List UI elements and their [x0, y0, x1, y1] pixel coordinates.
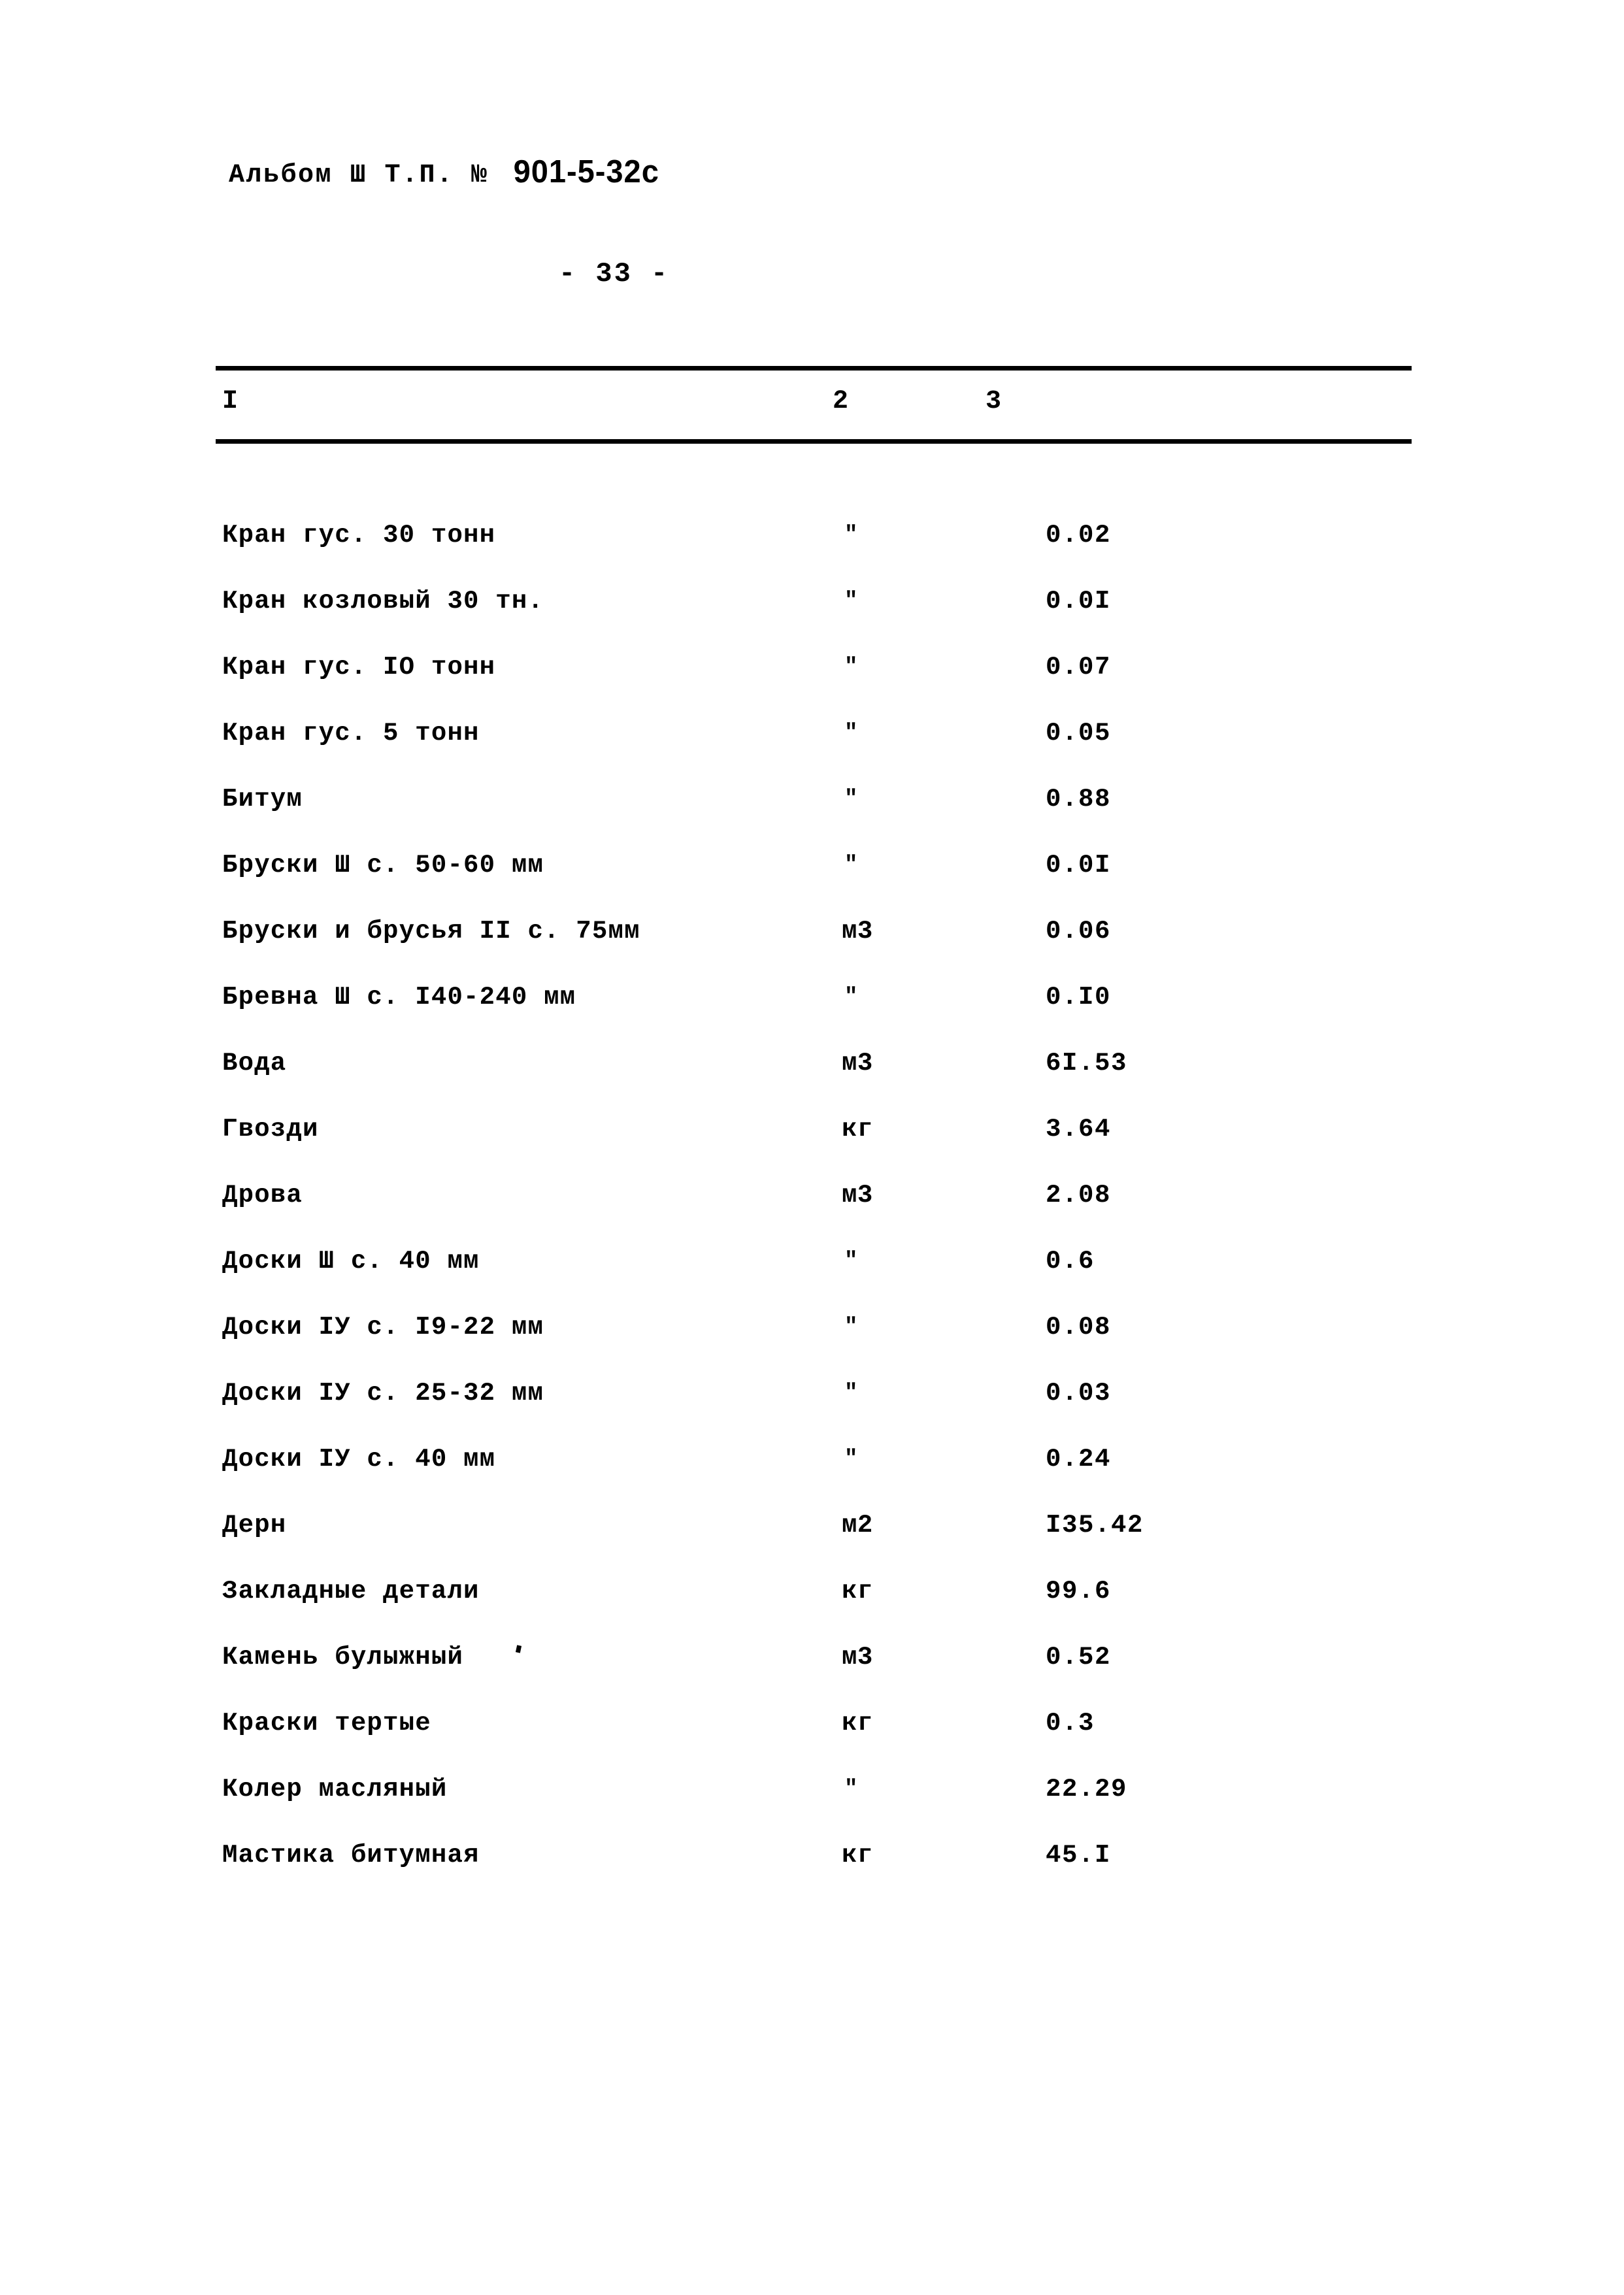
- column-number-1: I: [222, 387, 239, 416]
- material-quantity: 0.06: [1046, 917, 1112, 946]
- material-unit: кг: [842, 1115, 873, 1144]
- material-name: Бруски и брусья II с. 75мм: [222, 917, 640, 946]
- table-row: Дрова м3 2.08: [0, 1183, 1624, 1249]
- ditto-mark: ": [844, 655, 858, 680]
- material-quantity: 22.29: [1046, 1775, 1128, 1804]
- material-quantity: 0.02: [1046, 521, 1112, 550]
- ditto-mark: ": [844, 721, 858, 746]
- table-row: Дерн м2 I35.42: [0, 1513, 1624, 1579]
- material-name: Доски IУ с. 40 мм: [222, 1445, 496, 1474]
- material-quantity: 6I.53: [1046, 1049, 1128, 1078]
- table-row: Камень булыжный м3 0.52: [0, 1645, 1624, 1711]
- ditto-mark: ": [844, 985, 858, 1010]
- material-name: Колер масляный: [222, 1775, 448, 1804]
- table-row: Кран козловый 30 тн. " 0.0I: [0, 589, 1624, 655]
- material-name: Битум: [222, 785, 303, 814]
- material-name: Бревна Ш с. I40-240 мм: [222, 983, 576, 1012]
- material-name: Мастика битумная: [222, 1841, 480, 1870]
- material-name: Кран козловый 30 тн.: [222, 587, 544, 616]
- material-quantity: 45.I: [1046, 1841, 1112, 1870]
- material-quantity: 0.0I: [1046, 851, 1112, 880]
- materials-table-body: Кран гус. 30 тонн " 0.02 Кран козловый 30 т…: [0, 523, 1624, 1909]
- material-quantity: 0.07: [1046, 653, 1112, 682]
- table-row: Доски Ш с. 40 мм " 0.6: [0, 1249, 1624, 1315]
- material-unit: кг: [842, 1841, 873, 1870]
- material-unit: м3: [842, 1049, 873, 1078]
- material-unit: кг: [842, 1577, 873, 1606]
- table-row: Колер масляный " 22.29: [0, 1777, 1624, 1843]
- material-quantity: 0.88: [1046, 785, 1112, 814]
- column-number-3: 3: [986, 387, 1002, 416]
- material-unit: кг: [842, 1709, 873, 1738]
- material-name: Дерн: [222, 1511, 287, 1540]
- material-unit: м3: [842, 917, 873, 946]
- material-quantity: 0.3: [1046, 1709, 1095, 1738]
- table-row: Кран гус. IO тонн " 0.07: [0, 655, 1624, 721]
- document-code: 901-5-32с: [513, 152, 659, 190]
- ditto-mark: ": [844, 1315, 858, 1340]
- material-unit: м2: [842, 1511, 873, 1540]
- table-row: Бруски и брусья II с. 75мм м3 0.06: [0, 919, 1624, 985]
- page-number: - 33 -: [559, 258, 670, 289]
- material-quantity: 0.08: [1046, 1313, 1112, 1342]
- table-column-number-row: I 2 3: [0, 389, 1624, 428]
- table-row: Доски IУ с. I9-22 мм " 0.08: [0, 1315, 1624, 1381]
- material-unit: м3: [842, 1643, 873, 1672]
- material-name: Доски IУ с. 25-32 мм: [222, 1379, 544, 1408]
- ditto-mark: ": [844, 1249, 858, 1274]
- album-label: Альбом Ш Т.П. №: [229, 161, 489, 190]
- table-row: Гвозди кг 3.64: [0, 1117, 1624, 1183]
- document-header: Альбом Ш Т.П. № 901-5-32с: [229, 152, 659, 190]
- document-page: Альбом Ш Т.П. № 901-5-32с - 33 - I 2 3 К…: [0, 0, 1624, 2295]
- table-top-rule: [216, 366, 1412, 371]
- table-row: Вода м3 6I.53: [0, 1051, 1624, 1117]
- table-row: Бруски Ш с. 50-60 мм " 0.0I: [0, 853, 1624, 919]
- material-name: Кран гус. 5 тонн: [222, 719, 480, 748]
- material-quantity: 0.I0: [1046, 983, 1112, 1012]
- ditto-mark: ": [844, 1777, 858, 1802]
- material-name: Бруски Ш с. 50-60 мм: [222, 851, 544, 880]
- material-quantity: 99.6: [1046, 1577, 1112, 1606]
- material-name: Вода: [222, 1049, 287, 1078]
- material-name: Доски IУ с. I9-22 мм: [222, 1313, 544, 1342]
- material-quantity: I35.42: [1046, 1511, 1144, 1540]
- ditto-mark: ": [844, 1381, 858, 1406]
- material-name: Краски тертые: [222, 1709, 431, 1738]
- table-row: Мастика битумная кг 45.I: [0, 1843, 1624, 1909]
- table-row: Закладные детали кг 99.6: [0, 1579, 1624, 1645]
- ditto-mark: ": [844, 853, 858, 878]
- table-row: Бревна Ш с. I40-240 мм " 0.I0: [0, 985, 1624, 1051]
- table-row: Кран гус. 30 тонн " 0.02: [0, 523, 1624, 589]
- material-quantity: 3.64: [1046, 1115, 1112, 1144]
- material-name: Кран гус. IO тонн: [222, 653, 496, 682]
- material-quantity: 2.08: [1046, 1181, 1112, 1210]
- ditto-mark: ": [844, 787, 858, 812]
- material-quantity: 0.0I: [1046, 587, 1112, 616]
- material-quantity: 0.03: [1046, 1379, 1112, 1408]
- material-name: Кран гус. 30 тонн: [222, 521, 496, 550]
- table-header-rule: [216, 439, 1412, 444]
- material-quantity: 0.52: [1046, 1643, 1112, 1672]
- material-quantity: 0.05: [1046, 719, 1112, 748]
- material-name: Дрова: [222, 1181, 303, 1210]
- table-row: Кран гус. 5 тонн " 0.05: [0, 721, 1624, 787]
- material-name: Гвозди: [222, 1115, 319, 1144]
- ditto-mark: ": [844, 589, 858, 614]
- column-number-2: 2: [833, 387, 849, 416]
- table-row: Доски IУ с. 25-32 мм " 0.03: [0, 1381, 1624, 1447]
- table-row: Доски IУ с. 40 мм " 0.24: [0, 1447, 1624, 1513]
- material-quantity: 0.6: [1046, 1247, 1095, 1276]
- material-name: Закладные детали: [222, 1577, 480, 1606]
- material-quantity: 0.24: [1046, 1445, 1112, 1474]
- ditto-mark: ": [844, 1447, 858, 1472]
- material-name: Доски Ш с. 40 мм: [222, 1247, 480, 1276]
- ditto-mark: ": [844, 523, 858, 548]
- material-unit: м3: [842, 1181, 873, 1210]
- table-row: Битум " 0.88: [0, 787, 1624, 853]
- table-row: Краски тертые кг 0.3: [0, 1711, 1624, 1777]
- material-name: Камень булыжный: [222, 1643, 464, 1672]
